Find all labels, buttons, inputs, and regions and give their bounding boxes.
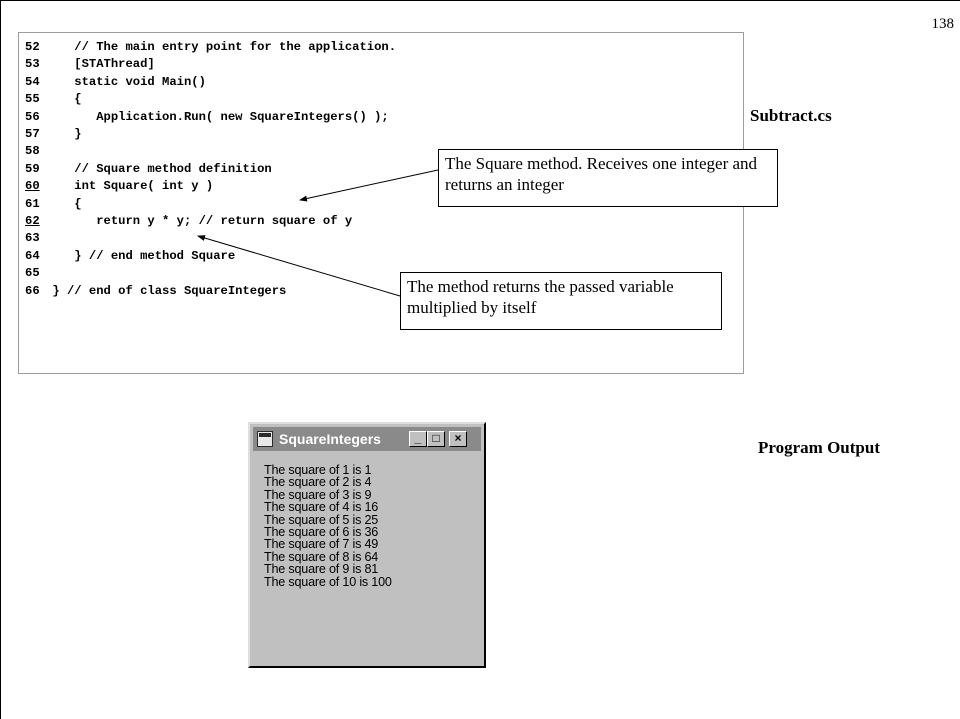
squareintegers-window: SquareIntegers _ □ × The square of 1 is … bbox=[248, 422, 486, 668]
output-list: The square of 1 is 1 The square of 2 is 4… bbox=[264, 463, 392, 589]
output-line: The square of 2 is 4 bbox=[264, 475, 372, 490]
window-title: SquareIntegers bbox=[279, 431, 381, 447]
minimize-button[interactable]: _ bbox=[409, 431, 427, 447]
window-titlebar[interactable]: SquareIntegers _ □ × bbox=[253, 427, 481, 451]
output-line: The square of 7 is 49 bbox=[264, 537, 379, 552]
maximize-button[interactable]: □ bbox=[427, 431, 445, 447]
output-line: The square of 9 is 81 bbox=[264, 562, 379, 577]
application-icon[interactable] bbox=[257, 431, 273, 447]
arrow-to-square-signature bbox=[299, 169, 439, 202]
output-line: The square of 4 is 16 bbox=[264, 500, 379, 515]
output-line: The square of 10 is 100 bbox=[264, 574, 392, 589]
arrow-to-return-statement bbox=[197, 235, 401, 297]
close-button[interactable]: × bbox=[449, 431, 467, 447]
